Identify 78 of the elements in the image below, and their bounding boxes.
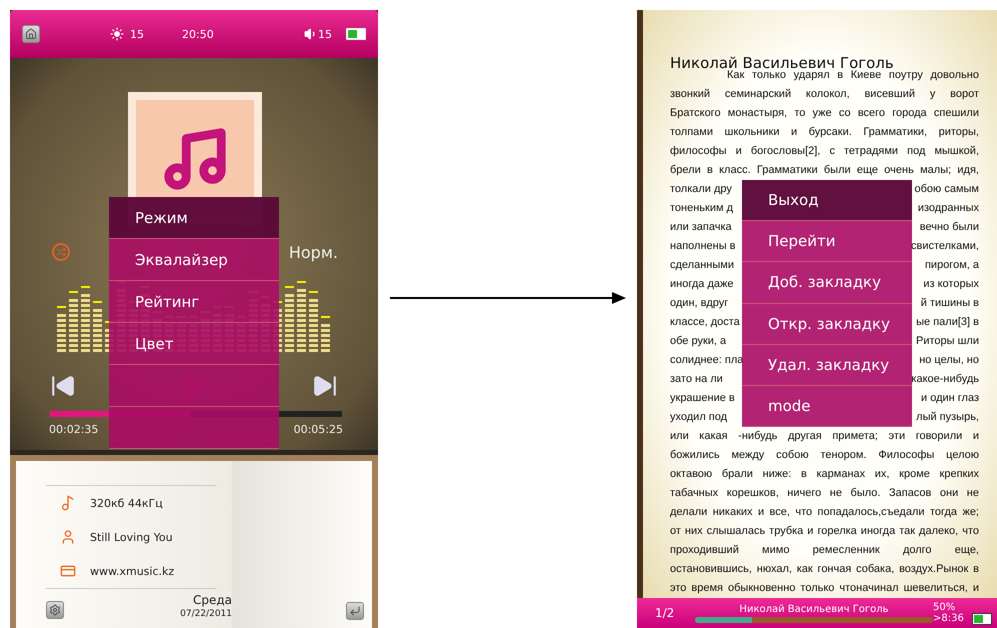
book-title: Николай Васильевич Гоголь [739,604,889,614]
text-line: Братского монастыря, то уже со всего города спешили [670,106,979,121]
card-icon [60,563,76,579]
brightness-icon [110,27,124,41]
text-line: звонкий семинарский колокол, висевший у ворот [670,87,979,102]
text-line: брели в класс. Грамматики были еще очень малы; идя, [670,163,979,178]
person-icon [60,529,76,545]
text-fragment: иногда даже [670,277,734,292]
home-icon [25,28,37,40]
text-line: октавою брали ниже: в карманах их, кроме крепких [670,467,979,482]
detail-text: Still Loving You [90,530,173,544]
text-fragment: обе руки, а [670,334,726,349]
menu-item[interactable]: Цвет [109,323,279,365]
text-fragment: толкали дру [670,182,732,197]
clock: 20:50 [182,28,214,40]
text-fragment: сделанными [670,258,734,273]
text-line: божились между собою тенором. Философы целою [670,448,979,463]
text-fragment: тоненьким д [670,201,734,216]
text-fragment: украшение в [670,391,735,406]
text-line: философы и богословы[2], с тетрадями под мышкой, [670,144,979,159]
settings-button[interactable] [46,601,64,619]
return-button[interactable] [346,602,364,620]
menu-item[interactable]: Откр. закладку [742,304,912,345]
text-line: проходивший мимо ремесленник долго еще, [670,543,979,558]
text-fragment: зато на ли [670,372,723,387]
settings-icon [49,604,61,616]
return-arrow-icon [349,605,361,617]
text-fragment: пирогом, а [924,258,979,273]
menu-item[interactable]: Выход [742,180,912,222]
time-left: >8:36 [933,613,964,624]
next-button[interactable] [312,373,338,399]
text-fragment: и один глаз [921,391,979,406]
detail-text: www.xmusic.kz [90,564,174,578]
battery-icon [972,612,992,624]
text-fragment: или запачка [670,220,732,235]
home-button[interactable] [22,25,40,43]
equalizer-preset: Норм. [288,242,338,262]
detail-text: 320кб 44кГц [90,496,163,510]
menu-item[interactable]: Удал. закладку [742,344,912,386]
menu-item[interactable]: Рейтинг [109,281,279,323]
text-line: от них слышалась трубка и горелка иногда так далеко, что [670,524,979,539]
text-fragment: какое-нибудь [911,372,979,387]
text-fragment: обою самым [914,182,979,197]
date: 07/22/2011 [180,609,232,619]
text-fragment: наполнены в [670,239,736,254]
text-fragment: Риторы шли [916,334,979,349]
weekday: Среда [192,593,232,607]
menu-item[interactable]: Эквалайзер [109,239,279,281]
text-fragment: но целы, но [919,353,979,368]
brightness-value: 15 [130,28,144,40]
total-time: 00:05:25 [294,423,343,436]
volume-value: 15 [318,28,332,40]
text-fragment: вечно были [920,220,979,235]
text-line: это время обыкновенно только чтоначинал шевелиться, и [670,581,979,596]
text-fragment: й тишины в [920,296,979,311]
text-fragment: уходил под [670,410,728,425]
text-line: остановившись, нюхал, как гончая собака, воздух.Рынок в [670,562,979,577]
menu-item[interactable]: Доб. закладку [742,262,912,304]
text-fragment: лый пузырь, [916,410,979,425]
elapsed-time: 00:02:35 [49,423,98,436]
music-note-icon [60,495,76,511]
menu-item[interactable]: Режим [109,197,279,239]
percent-read: 50% [933,602,956,612]
menu-item[interactable]: Перейти [742,221,912,262]
text-line: делали никаких и все, что попадалось,съедали тогда же; [670,505,979,520]
text-line: толпами школьники и бурсаки. Грамматики, риторы, [670,125,979,140]
battery-icon [346,28,366,40]
text-fragment: из которых [923,277,979,292]
text-line: Как только ударял в Киеве поутру довольно [726,68,979,83]
page-number: 1/2 [655,606,676,620]
text-fragment: классе, доста [670,315,740,330]
text-line: табачных корешков, ничего не было. Запасов они не [670,486,979,501]
text-fragment: ые пали[3] в [916,315,979,330]
text-fragment: один, вдруг [670,296,728,311]
previous-button[interactable] [50,373,76,399]
text-fragment: изодранных [918,201,979,216]
text-line: или какая -нибудь другая примета; эти говорили и [670,429,979,444]
menu-item[interactable]: mode [742,386,912,428]
